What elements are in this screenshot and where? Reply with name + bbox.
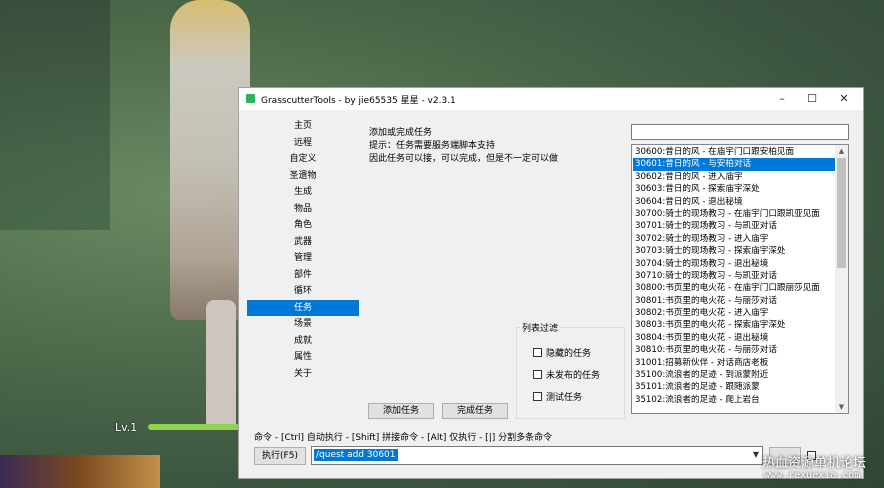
chevron-down-icon[interactable]: ▼ bbox=[753, 450, 759, 459]
command-input[interactable]: /quest add 30601 ▼ bbox=[311, 446, 763, 465]
list-item[interactable]: 30800:书页里的电火花 - 在庙宇门口跟丽莎见面 bbox=[633, 282, 835, 294]
list-item[interactable]: 30604:昔日的风 - 退出秘境 bbox=[633, 196, 835, 208]
game-character-leg bbox=[206, 300, 236, 430]
panel-title: 添加或完成任务 bbox=[369, 128, 433, 138]
minimize-button[interactable]: – bbox=[767, 89, 797, 109]
close-button[interactable]: ✕ bbox=[829, 89, 859, 109]
command-hint: 命令 - [Ctrl] 自动执行 - [Shift] 拼接命令 - [Alt] … bbox=[254, 433, 553, 443]
list-item[interactable]: 30601:昔日的风 - 与安柏对话 bbox=[633, 158, 835, 171]
app-window: GrasscutterTools - by jie65535 星星 - v2.3… bbox=[238, 87, 864, 479]
filter-unreleased-label: 未发布的任务 bbox=[546, 371, 601, 381]
sidebar-item[interactable]: 循环 bbox=[247, 283, 359, 300]
quest-list[interactable]: 30600:昔日的风 - 在庙宇门口跟安柏见面 30601:昔日的风 - 与安柏对… bbox=[631, 144, 849, 414]
background-tree bbox=[0, 0, 110, 230]
sidebar-item[interactable]: 自定义 bbox=[247, 151, 359, 168]
filter-unreleased-quests[interactable]: 未发布的任务 bbox=[533, 368, 600, 381]
sidebar-item[interactable]: 圣遗物 bbox=[247, 168, 359, 185]
scroll-thumb[interactable] bbox=[837, 158, 846, 268]
list-item[interactable]: 30700:骑士的现场教习 - 在庙宇门口跟凯亚见面 bbox=[633, 208, 835, 220]
sidebar-item[interactable]: 场景 bbox=[247, 316, 359, 333]
sidebar-item[interactable]: 角色 bbox=[247, 217, 359, 234]
sidebar-item[interactable]: 远程 bbox=[247, 135, 359, 152]
hud-health-bar bbox=[148, 424, 240, 430]
quest-list-items: 30600:昔日的风 - 在庙宇门口跟安柏见面 30601:昔日的风 - 与安柏对… bbox=[633, 146, 835, 406]
list-item[interactable]: 35100:流浪者的足迹 - 到派蒙附近 bbox=[633, 369, 835, 381]
checkbox-hidden-quests[interactable] bbox=[533, 348, 542, 357]
list-item[interactable]: 30603:昔日的风 - 探索庙宇深处 bbox=[633, 183, 835, 195]
hint-text-1: 提示：任务需要服务端脚本支持 bbox=[369, 141, 496, 151]
sidebar-item[interactable]: 属性 bbox=[247, 349, 359, 366]
watermark-url: www.rexuexia.com bbox=[764, 470, 861, 481]
watermark-text: 热血资源单机论坛 bbox=[762, 456, 867, 471]
filter-label: 列表过滤 bbox=[520, 321, 561, 334]
checkbox-unreleased-quests[interactable] bbox=[533, 370, 542, 379]
window-body: 主页 远程 自定义 圣遗物 生成 物品 角色 武器 管理 部件 循环 任务 场景 成就 属性 关于 添加或完成… bbox=[239, 110, 863, 478]
command-text: /quest add 30601 bbox=[314, 449, 398, 461]
hud-level: Lv.1 bbox=[115, 421, 138, 434]
filter-hidden-quests[interactable]: 隐藏的任务 bbox=[533, 346, 591, 359]
sidebar-item[interactable]: 生成 bbox=[247, 184, 359, 201]
execute-button[interactable]: 执行(F5) bbox=[254, 447, 306, 465]
hint-text-2: 因此任务可以接，可以完成，但是不一定可以做 bbox=[369, 154, 559, 164]
add-quest-button[interactable]: 添加任务 bbox=[368, 403, 434, 419]
sidebar-item[interactable]: 成就 bbox=[247, 333, 359, 350]
list-item[interactable]: 30803:书页里的电火花 - 探索庙宇深处 bbox=[633, 319, 835, 331]
sidebar-item[interactable]: 武器 bbox=[247, 234, 359, 251]
list-item[interactable]: 30704:骑士的现场教习 - 退出秘境 bbox=[633, 258, 835, 270]
filter-test-label: 测试任务 bbox=[546, 393, 583, 403]
sidebar-nav: 主页 远程 自定义 圣遗物 生成 物品 角色 武器 管理 部件 循环 任务 场景 成就 属性 关于 bbox=[247, 118, 359, 382]
complete-quest-button[interactable]: 完成任务 bbox=[442, 403, 508, 419]
list-item[interactable]: 35102:流浪者的足迹 - 爬上岩台 bbox=[633, 394, 835, 406]
list-filter-group: 列表过滤 隐藏的任务 未发布的任务 测试任务 bbox=[516, 321, 625, 419]
list-item[interactable]: 30703:骑士的现场教习 - 探索庙宇深处 bbox=[633, 245, 835, 257]
list-item[interactable]: 30804:书页里的电火花 - 退出秘境 bbox=[633, 332, 835, 344]
filter-hidden-label: 隐藏的任务 bbox=[546, 349, 592, 359]
sidebar-item[interactable]: 任务 bbox=[247, 299, 359, 316]
list-item[interactable]: 30702:骑士的现场教习 - 进入庙宇 bbox=[633, 233, 835, 245]
list-item[interactable]: 30802:书页里的电火花 - 进入庙宇 bbox=[633, 307, 835, 319]
list-item[interactable]: 30701:骑士的现场教习 - 与凯亚对话 bbox=[633, 220, 835, 232]
quest-list-scrollbar[interactable]: ▲ ▼ bbox=[835, 145, 848, 413]
filter-test-quests[interactable]: 测试任务 bbox=[533, 390, 582, 403]
list-item[interactable]: 30810:书页里的电火花 - 与丽莎对话 bbox=[633, 344, 835, 356]
maximize-button[interactable]: ☐ bbox=[797, 89, 827, 109]
checkbox-test-quests[interactable] bbox=[533, 392, 542, 401]
list-item[interactable]: 30710:骑士的现场教习 - 与凯亚对话 bbox=[633, 270, 835, 282]
app-icon bbox=[246, 94, 255, 103]
window-title: GrasscutterTools - by jie65535 星星 - v2.3… bbox=[261, 96, 456, 106]
list-item[interactable]: 30600:昔日的风 - 在庙宇门口跟安柏见面 bbox=[633, 146, 835, 158]
title-bar[interactable]: GrasscutterTools - by jie65535 星星 - v2.3… bbox=[239, 88, 863, 110]
sidebar-item[interactable]: 关于 bbox=[247, 366, 359, 383]
list-item[interactable]: 31001:招募新伙伴 - 对话商店老板 bbox=[633, 357, 835, 369]
scroll-down-icon[interactable]: ▼ bbox=[835, 401, 848, 413]
sidebar-item[interactable]: 部件 bbox=[247, 267, 359, 284]
list-item[interactable]: 35101:流浪者的足迹 - 跟随派蒙 bbox=[633, 381, 835, 393]
sidebar-item[interactable]: 主页 bbox=[247, 118, 359, 135]
scroll-up-icon[interactable]: ▲ bbox=[835, 145, 848, 157]
list-item[interactable]: 30801:书页里的电火花 - 与丽莎对话 bbox=[633, 295, 835, 307]
list-item[interactable]: 30602:昔日的风 - 进入庙宇 bbox=[633, 171, 835, 183]
sidebar-item[interactable]: 物品 bbox=[247, 201, 359, 218]
game-bottom-strip bbox=[0, 455, 160, 488]
sidebar-item[interactable]: 管理 bbox=[247, 250, 359, 267]
quest-search-input[interactable] bbox=[631, 124, 849, 140]
